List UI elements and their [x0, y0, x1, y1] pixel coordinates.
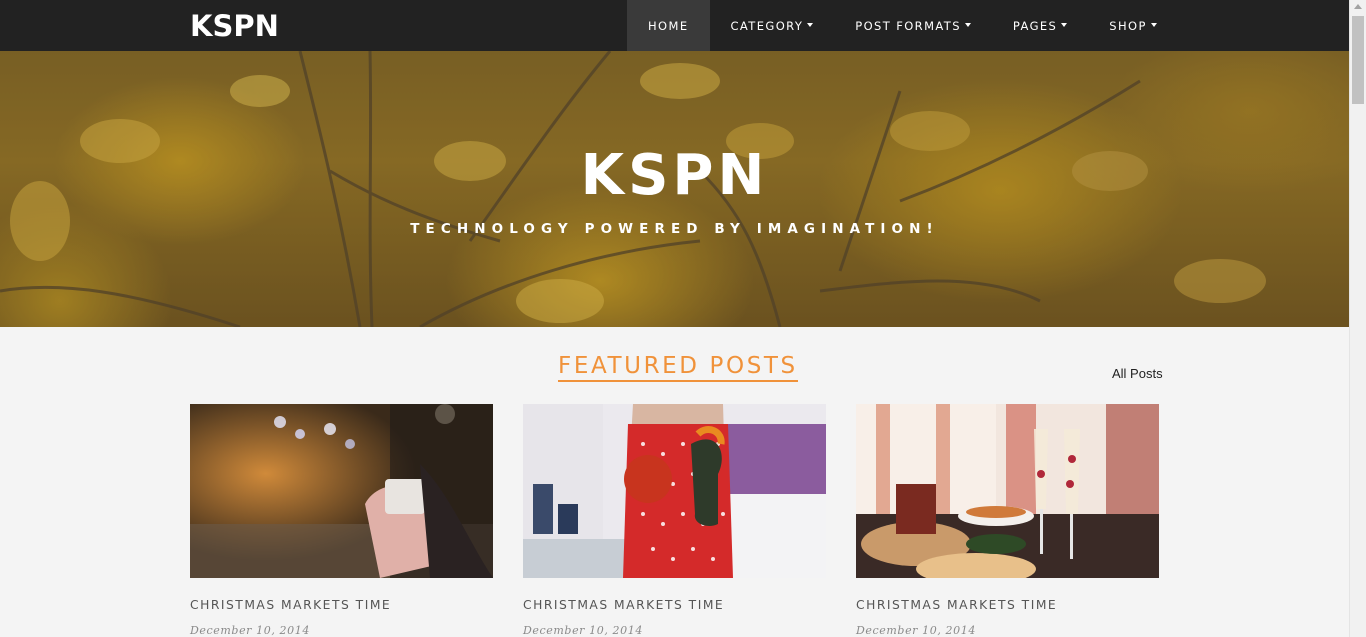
featured-posts-heading: FEATURED POSTS [558, 352, 798, 382]
post-photo [523, 404, 826, 578]
hero-banner: KSPN TECHNOLOGY POWERED BY IMAGINATION! [0, 51, 1349, 327]
nav-item-label: HOME [648, 18, 689, 33]
hero-subtitle: TECHNOLOGY POWERED BY IMAGINATION! [410, 221, 939, 237]
post-date: December 10, 2014 [856, 624, 976, 637]
caret-down-icon [1150, 22, 1157, 27]
scrollbar-thumb[interactable] [1352, 16, 1364, 104]
post-card[interactable]: CHRISTMAS MARKETS TIME December 10, 2014 [523, 404, 826, 637]
post-card[interactable]: CHRISTMAS MARKETS TIME December 10, 2014 [856, 404, 1159, 637]
post-title[interactable]: CHRISTMAS MARKETS TIME [523, 598, 826, 612]
hero-title: KSPN [580, 143, 769, 208]
nav-item-shop[interactable]: SHOP [1088, 0, 1178, 51]
page-scrollbar[interactable] [1349, 0, 1366, 637]
page: KSPN HOME CATEGORY POST FORMATS PAGES SH… [0, 0, 1349, 637]
nav-item-post-formats[interactable]: POST FORMATS [834, 0, 992, 51]
nav-item-label: CATEGORY [730, 18, 804, 33]
nav-item-home[interactable]: HOME [627, 0, 710, 51]
nav-item-label: PAGES [1012, 18, 1058, 33]
post-date: December 10, 2014 [190, 624, 310, 637]
nav-item-pages[interactable]: PAGES [992, 0, 1088, 51]
post-image-party-table[interactable] [856, 404, 1159, 578]
caret-down-icon [807, 22, 814, 27]
post-image-red-apron[interactable] [523, 404, 826, 578]
post-title[interactable]: CHRISTMAS MARKETS TIME [190, 598, 493, 612]
main-nav: HOME CATEGORY POST FORMATS PAGES SHOP [627, 0, 1178, 51]
post-title[interactable]: CHRISTMAS MARKETS TIME [856, 598, 1159, 612]
post-image-christmas-market[interactable] [190, 404, 493, 578]
brand-logo[interactable]: KSPN [190, 9, 279, 43]
nav-item-label: SHOP [1109, 18, 1147, 33]
caret-down-icon [1061, 22, 1068, 27]
nav-item-category[interactable]: CATEGORY [710, 0, 835, 51]
scroll-up-arrow-icon[interactable] [1354, 4, 1362, 9]
top-navbar: KSPN HOME CATEGORY POST FORMATS PAGES SH… [0, 0, 1349, 51]
post-photo [856, 404, 1159, 578]
nav-item-label: POST FORMATS [855, 18, 961, 33]
caret-down-icon [964, 22, 971, 27]
all-posts-link[interactable]: All Posts [1112, 366, 1163, 382]
post-photo [190, 404, 493, 578]
post-card[interactable]: CHRISTMAS MARKETS TIME December 10, 2014 [190, 404, 493, 637]
post-date: December 10, 2014 [523, 624, 643, 637]
